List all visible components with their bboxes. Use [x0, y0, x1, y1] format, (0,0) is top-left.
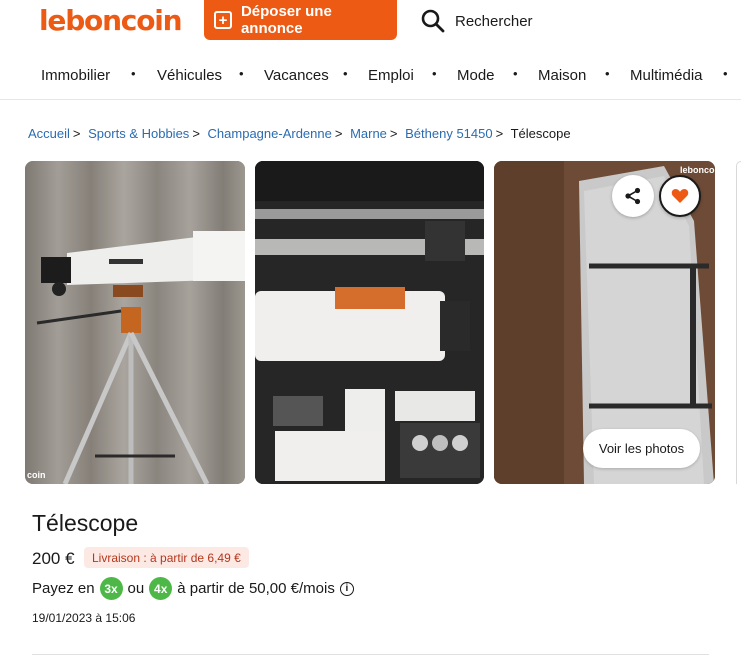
category-mode[interactable]: Mode — [457, 67, 495, 84]
see-photos-button[interactable]: Voir les photos — [583, 429, 700, 468]
category-maison[interactable]: Maison — [538, 67, 586, 84]
category-vacances[interactable]: Vacances — [264, 67, 329, 84]
category-emploi[interactable]: Emploi — [368, 67, 414, 84]
search-button[interactable]: Rechercher — [420, 8, 533, 34]
delivery-badge: Livraison : à partir de 6,49 € — [84, 547, 249, 568]
separator-dot: • — [513, 66, 518, 81]
photo-watermark: coin — [27, 470, 46, 480]
search-label: Rechercher — [455, 12, 533, 30]
telescope-photo-image — [25, 161, 245, 484]
category-vehicules[interactable]: Véhicules — [157, 67, 222, 84]
separator-dot: • — [343, 66, 348, 81]
top-header: leboncoin + Déposer une annonce Recherch… — [0, 0, 741, 100]
favorite-button[interactable] — [659, 175, 701, 217]
plus-icon: + — [214, 11, 232, 29]
separator-dot: • — [432, 66, 437, 81]
separator-dot: • — [723, 66, 728, 81]
share-icon — [625, 187, 641, 205]
listing-photo-2[interactable] — [255, 161, 484, 484]
category-multimedia[interactable]: Multimédia — [630, 67, 703, 84]
breadcrumb-separator: > — [389, 126, 398, 141]
heart-icon — [671, 189, 689, 203]
breadcrumb-accueil[interactable]: Accueil — [28, 126, 70, 141]
share-button[interactable] — [612, 175, 654, 217]
payment-options: Payez en 3x ou 4x à partir de 50,00 €/mo… — [32, 577, 354, 600]
breadcrumb-city[interactable]: Bétheny 51450 — [405, 126, 492, 141]
pay-4x-badge: 4x — [149, 577, 173, 600]
breadcrumb-department[interactable]: Marne — [350, 126, 387, 141]
breadcrumb-separator: > — [192, 126, 200, 141]
telescope-case-photo-image — [255, 161, 484, 484]
breadcrumb-separator: > — [72, 126, 81, 141]
breadcrumb-region[interactable]: Champagne-Ardenne — [208, 126, 332, 141]
listing-date: 19/01/2023 à 15:06 — [32, 611, 136, 625]
next-panel-edge — [736, 161, 741, 484]
post-ad-button[interactable]: + Déposer une annonce — [204, 0, 397, 40]
photo-watermark: leboncoin — [680, 165, 715, 175]
leboncoin-logo[interactable]: leboncoin — [39, 4, 183, 37]
breadcrumb-separator: > — [495, 126, 504, 141]
separator-dot: • — [131, 66, 136, 81]
listing-price: 200 € — [32, 549, 75, 568]
breadcrumb-current: Télescope — [510, 126, 571, 141]
breadcrumb: Accueil > Sports & Hobbies > Champagne-Ard… — [28, 126, 571, 141]
pay-prefix: Payez en — [32, 580, 95, 597]
breadcrumb-separator: > — [334, 126, 343, 141]
breadcrumb-sports-hobbies[interactable]: Sports & Hobbies — [88, 126, 189, 141]
info-icon[interactable]: i — [339, 581, 354, 596]
post-ad-label: Déposer une annonce — [240, 3, 332, 37]
listing-title: Télescope — [32, 510, 139, 536]
listing-photo-1[interactable]: coin — [25, 161, 245, 484]
search-icon — [421, 9, 445, 33]
pay-or: ou — [127, 580, 145, 597]
category-nav: Immobilier • Véhicules • Vacances • Empl… — [0, 62, 741, 90]
pay-suffix: à partir de 50,00 €/mois — [177, 580, 335, 597]
separator-dot: • — [605, 66, 610, 81]
pay-3x-badge: 3x — [99, 577, 123, 600]
category-immobilier[interactable]: Immobilier — [41, 67, 110, 84]
separator-dot: • — [239, 66, 244, 81]
